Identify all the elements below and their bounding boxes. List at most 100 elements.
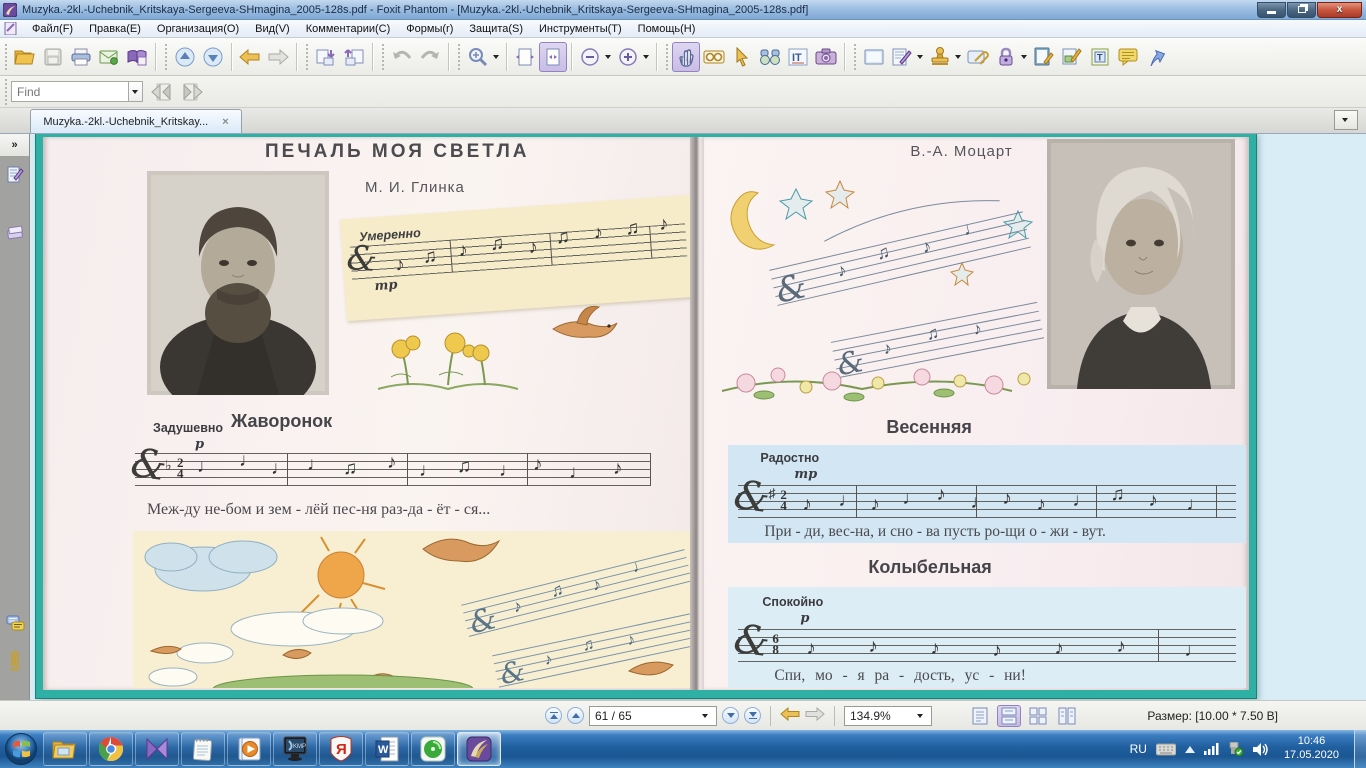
taskbar-word[interactable]: W bbox=[365, 732, 409, 766]
save-button[interactable] bbox=[39, 42, 67, 72]
menu-comments[interactable]: Комментарии(С) bbox=[298, 22, 399, 36]
first-page-button[interactable] bbox=[545, 707, 562, 724]
taskbar-explorer[interactable] bbox=[43, 732, 87, 766]
fit-page-button[interactable] bbox=[539, 42, 567, 72]
taskbar-kmplayer[interactable] bbox=[135, 732, 179, 766]
edit-page-button[interactable] bbox=[888, 42, 916, 72]
hidden-icons-button[interactable] bbox=[1185, 746, 1195, 753]
single-page-button[interactable] bbox=[860, 42, 888, 72]
password-dropdown[interactable] bbox=[1021, 55, 1027, 59]
close-button[interactable]: x bbox=[1317, 2, 1362, 18]
read-mode-button[interactable] bbox=[700, 42, 728, 72]
attach-file-button[interactable] bbox=[964, 42, 992, 72]
edit-page-dropdown[interactable] bbox=[917, 55, 923, 59]
find-input[interactable] bbox=[11, 81, 129, 102]
find-previous-button[interactable] bbox=[147, 80, 175, 104]
language-indicator[interactable]: RU bbox=[1130, 742, 1147, 756]
zoom-combo[interactable]: 134.9% bbox=[844, 706, 932, 726]
zoom-out-button[interactable] bbox=[576, 42, 604, 72]
taskbar-media-player[interactable] bbox=[227, 732, 271, 766]
menu-help[interactable]: Помощь(Н) bbox=[630, 22, 704, 36]
taskbar-notepad[interactable] bbox=[181, 732, 225, 766]
print-button[interactable] bbox=[67, 42, 95, 72]
zoom-out-dropdown[interactable] bbox=[605, 55, 611, 59]
menu-tools[interactable]: Инструменты(Т) bbox=[531, 22, 630, 36]
history-forward-button[interactable] bbox=[805, 707, 825, 724]
page-number-combo[interactable]: 61 / 65 bbox=[589, 706, 717, 726]
usb-device-icon[interactable] bbox=[1228, 742, 1244, 756]
menu-protect[interactable]: Защита(S) bbox=[461, 22, 531, 36]
layers-panel-button[interactable] bbox=[5, 222, 25, 242]
clock[interactable]: 10:46 17.05.2020 bbox=[1284, 735, 1339, 763]
continuous-facing-view-button[interactable] bbox=[1055, 705, 1079, 727]
attachments-panel-button[interactable] bbox=[5, 652, 25, 672]
zoom-in-dropdown[interactable] bbox=[643, 55, 649, 59]
fit-width-button[interactable] bbox=[511, 42, 539, 72]
taskbar-kmp-monitor[interactable]: KMP bbox=[273, 732, 317, 766]
toolbar-grip[interactable] bbox=[380, 44, 385, 70]
hand-tool-button[interactable] bbox=[672, 42, 700, 72]
share-button[interactable] bbox=[1142, 42, 1170, 72]
show-desktop-button[interactable] bbox=[1354, 730, 1366, 768]
menu-organize[interactable]: Организация(О) bbox=[149, 22, 247, 36]
network-signal-icon[interactable] bbox=[1204, 743, 1219, 755]
previous-page-button[interactable] bbox=[567, 707, 584, 724]
minimize-button[interactable] bbox=[1257, 2, 1286, 18]
insert-pages-button[interactable] bbox=[312, 42, 340, 72]
zoom-in-button[interactable] bbox=[614, 42, 642, 72]
redo-button[interactable] bbox=[416, 42, 444, 72]
tab-close-icon[interactable]: × bbox=[222, 116, 228, 128]
go-back-button[interactable] bbox=[236, 42, 264, 72]
undo-button[interactable] bbox=[388, 42, 416, 72]
bookmarks-panel-button[interactable] bbox=[5, 164, 25, 184]
email-button[interactable] bbox=[95, 42, 123, 72]
document-tab[interactable]: Muzyka.-2kl.-Uchebnik_Kritskay... × bbox=[30, 109, 242, 133]
edit-document-button[interactable] bbox=[1030, 42, 1058, 72]
taskbar-megafon[interactable] bbox=[411, 732, 455, 766]
stamp-button[interactable] bbox=[926, 42, 954, 72]
facing-view-button[interactable] bbox=[1026, 705, 1050, 727]
previous-view-button[interactable] bbox=[171, 42, 199, 72]
open-button[interactable] bbox=[11, 42, 39, 72]
extract-pages-button[interactable] bbox=[340, 42, 368, 72]
comments-panel-button[interactable] bbox=[5, 614, 25, 634]
menu-forms[interactable]: Формы(r) bbox=[398, 22, 461, 36]
select-text-button[interactable]: IT bbox=[784, 42, 812, 72]
menu-view[interactable]: Вид(V) bbox=[247, 22, 298, 36]
toolbar-grip[interactable] bbox=[664, 44, 669, 70]
expand-panel-button[interactable]: » bbox=[0, 134, 29, 156]
history-back-button[interactable] bbox=[780, 707, 800, 724]
go-forward-button[interactable] bbox=[264, 42, 292, 72]
organizer-button[interactable] bbox=[123, 42, 151, 72]
taskbar-chrome[interactable] bbox=[89, 732, 133, 766]
toolbar-grip[interactable] bbox=[163, 44, 168, 70]
note-comment-button[interactable] bbox=[1114, 42, 1142, 72]
edit-object-button[interactable] bbox=[1058, 42, 1086, 72]
zoom-tool-button[interactable] bbox=[464, 42, 492, 72]
find-options-dropdown[interactable] bbox=[129, 81, 143, 102]
select-annotation-button[interactable] bbox=[728, 42, 756, 72]
volume-icon[interactable] bbox=[1253, 743, 1269, 756]
zoom-tool-dropdown[interactable] bbox=[493, 55, 499, 59]
taskbar-yandex[interactable]: Я bbox=[319, 732, 363, 766]
page-canvas[interactable]: ПЕЧАЛЬ МОЯ СВЕТЛА bbox=[30, 134, 1366, 700]
toolbar-grip[interactable] bbox=[3, 44, 8, 70]
restore-button[interactable] bbox=[1287, 2, 1316, 18]
tab-list-button[interactable] bbox=[1334, 110, 1358, 130]
stamp-dropdown[interactable] bbox=[955, 55, 961, 59]
findbar-grip[interactable] bbox=[3, 79, 8, 105]
menu-edit[interactable]: Правка(E) bbox=[81, 22, 149, 36]
toolbar-grip[interactable] bbox=[852, 44, 857, 70]
continuous-view-button[interactable] bbox=[997, 705, 1021, 727]
start-button[interactable] bbox=[0, 730, 42, 768]
password-button[interactable] bbox=[992, 42, 1020, 72]
typewriter-button[interactable]: T bbox=[1086, 42, 1114, 72]
next-view-button[interactable] bbox=[199, 42, 227, 72]
search-button[interactable] bbox=[756, 42, 784, 72]
keyboard-icon[interactable] bbox=[1156, 743, 1176, 756]
single-page-view-button[interactable] bbox=[968, 705, 992, 727]
menu-file[interactable]: Файл(F) bbox=[24, 22, 81, 36]
toolbar-grip[interactable] bbox=[304, 44, 309, 70]
find-next-button[interactable] bbox=[179, 80, 207, 104]
toolbar-grip[interactable] bbox=[456, 44, 461, 70]
